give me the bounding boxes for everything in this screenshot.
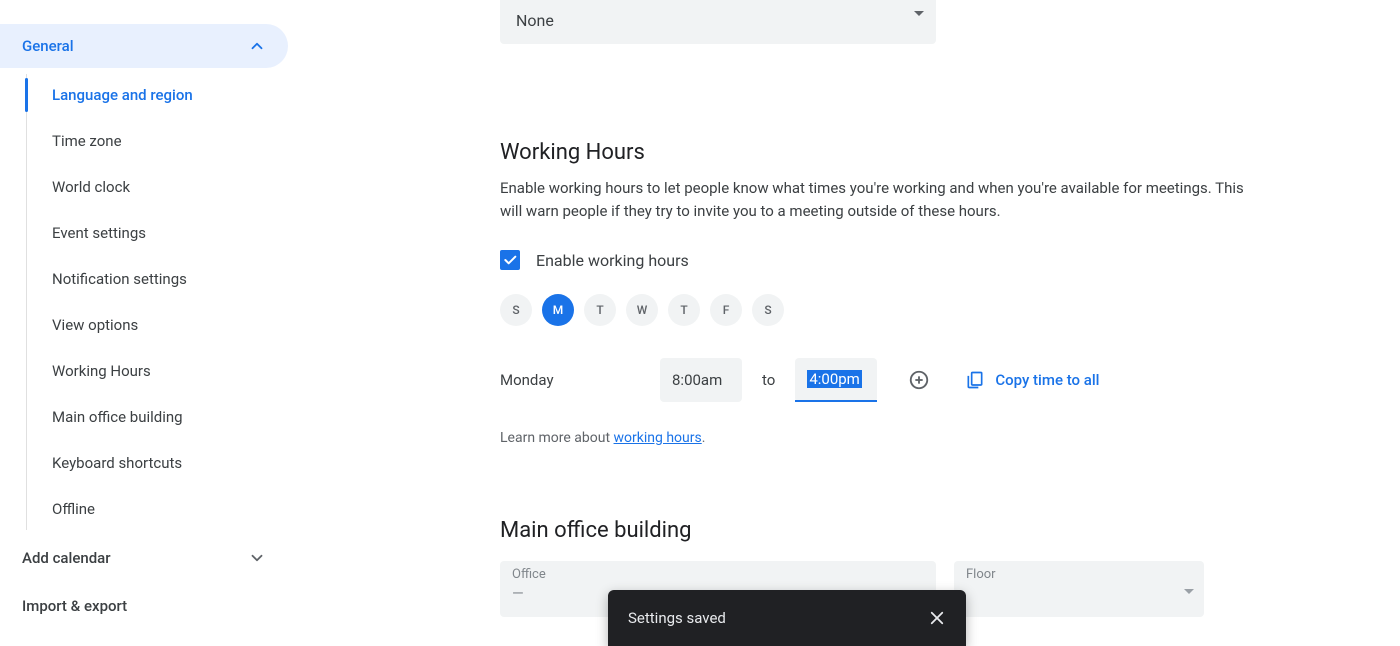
settings-sidebar: General Language and region Time zone Wo… <box>0 0 300 646</box>
enable-working-hours-checkbox[interactable] <box>500 250 520 270</box>
start-time-field[interactable]: 8:00am <box>660 358 742 402</box>
sidebar-item-main-office-building[interactable]: Main office building <box>0 394 300 440</box>
sidebar-group-label: Import & export <box>22 597 127 615</box>
sidebar-item-language-and-region[interactable]: Language and region <box>0 72 300 118</box>
to-label: to <box>754 358 783 402</box>
sidebar-item-event-settings[interactable]: Event settings <box>0 210 300 256</box>
day-wed[interactable]: W <box>626 294 658 326</box>
copy-time-label: Copy time to all <box>995 371 1099 389</box>
sidebar-group-add-calendar[interactable]: Add calendar <box>0 536 288 580</box>
sidebar-group-import-export[interactable]: Import & export <box>0 584 288 628</box>
day-sun[interactable]: S <box>500 294 532 326</box>
close-icon <box>928 609 946 627</box>
day-thu[interactable]: T <box>668 294 700 326</box>
day-sat[interactable]: S <box>752 294 784 326</box>
snackbar-text: Settings saved <box>628 609 726 627</box>
sidebar-group-label: General <box>22 37 74 55</box>
time-row-day: Monday <box>500 371 648 389</box>
day-tue[interactable]: T <box>584 294 616 326</box>
chevron-up-icon <box>248 37 266 55</box>
day-mon[interactable]: M <box>542 294 574 326</box>
floor-field[interactable]: Floor <box>954 561 1204 617</box>
sidebar-item-offline[interactable]: Offline <box>0 486 300 532</box>
copy-time-to-all-button[interactable]: Copy time to all <box>957 370 1107 390</box>
add-time-button[interactable] <box>901 362 937 398</box>
dropdown-value: None <box>516 11 554 30</box>
settings-saved-snackbar: Settings saved <box>608 590 966 646</box>
enable-working-hours-row: Enable working hours <box>500 250 1376 270</box>
sidebar-item-notification-settings[interactable]: Notification settings <box>0 256 300 302</box>
working-hours-time-row: Monday 8:00am to 4:00pm Copy time to all <box>500 358 1376 402</box>
snackbar-close-button[interactable] <box>928 609 946 627</box>
section-title-main-office: Main office building <box>500 518 1376 543</box>
office-field-label: Office <box>512 567 924 582</box>
top-setting-dropdown[interactable]: None <box>500 0 936 44</box>
sidebar-sublist: Language and region Time zone World cloc… <box>0 72 300 532</box>
sidebar-group-general[interactable]: General <box>0 24 288 68</box>
sidebar-group-label: Add calendar <box>22 549 111 567</box>
day-fri[interactable]: F <box>710 294 742 326</box>
checkbox-label: Enable working hours <box>536 251 689 270</box>
end-time-value: 4:00pm <box>795 358 877 402</box>
working-hours-help-link[interactable]: working hours <box>614 430 702 446</box>
learn-more-text: Learn more about working hours. <box>500 430 1376 446</box>
floor-field-label: Floor <box>966 567 1192 582</box>
day-selector: S M T W T F S <box>500 294 1376 326</box>
end-time-field[interactable]: 4:00pm <box>795 358 877 402</box>
plus-circle-icon <box>908 369 930 391</box>
sidebar-item-world-clock[interactable]: World clock <box>0 164 300 210</box>
dropdown-arrow-icon <box>914 2 924 21</box>
sidebar-item-view-options[interactable]: View options <box>0 302 300 348</box>
chevron-down-icon <box>248 549 266 567</box>
sidebar-item-keyboard-shortcuts[interactable]: Keyboard shortcuts <box>0 440 300 486</box>
content-area: None Working Hours Enable working hours … <box>300 0 1400 646</box>
copy-icon <box>965 370 985 390</box>
start-time-value: 8:00am <box>660 358 742 402</box>
dropdown-arrow-icon <box>1184 583 1194 599</box>
check-icon <box>502 252 518 268</box>
sidebar-item-time-zone[interactable]: Time zone <box>0 118 300 164</box>
section-description: Enable working hours to let people know … <box>500 177 1260 222</box>
sidebar-item-working-hours[interactable]: Working Hours <box>0 348 300 394</box>
section-title-working-hours: Working Hours <box>500 140 1376 165</box>
